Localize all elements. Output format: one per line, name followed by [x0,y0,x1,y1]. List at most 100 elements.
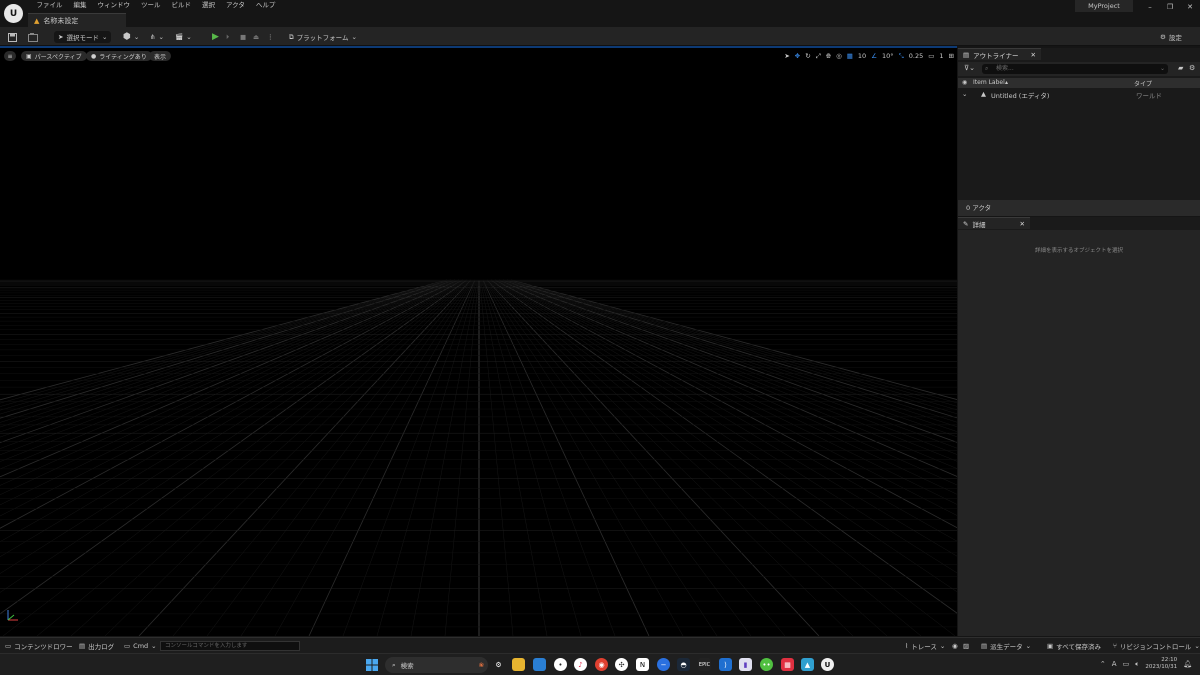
camera-speed-icon[interactable]: ▭ [928,52,934,60]
unreal-logo-icon[interactable]: U [4,4,23,23]
eject-button[interactable]: ⏏ [253,31,259,43]
slack-icon[interactable]: ✣ [615,658,628,671]
menu-file[interactable]: ファイル [31,0,68,11]
grid-line [504,279,957,432]
close-icon[interactable]: ✕ [1031,51,1036,59]
content-browser-icon[interactable] [28,31,38,43]
notification-bell-icon[interactable]: 🔔︎ [1183,660,1192,668]
visibility-eye-icon[interactable]: ◉ [962,79,967,86]
menu-select[interactable]: 選択 [197,0,221,11]
screenshot-icon[interactable]: ▨ [963,641,969,651]
close-icon[interactable]: ✕ [1019,220,1024,228]
advance-frame-button[interactable]: ⏵ [226,31,229,43]
grid-snap-value[interactable]: 10 [858,52,866,60]
chat-app-icon[interactable]: • [554,658,567,671]
epic-games-icon[interactable]: EPIC [698,658,711,671]
network-icon[interactable]: ▭ [1123,660,1130,668]
column-item-label[interactable]: Item Label [973,79,1005,86]
photos-app-icon[interactable] [533,658,546,671]
gear-icon[interactable]: ⚙ [1189,64,1195,72]
rotation-snap-value[interactable]: 10° [882,52,894,60]
scale-snap-value[interactable]: 0.25 [909,52,923,60]
settings-button[interactable]: ⚙ 設定 [1160,31,1182,43]
menu-actor[interactable]: アクタ [221,0,251,11]
menu-tools[interactable]: ツール [136,0,167,11]
content-drawer-button[interactable]: ▭ コンテンツドロワー [5,641,73,651]
menu-window[interactable]: ウィンドウ [92,0,136,11]
save-icon[interactable] [8,31,17,43]
trace-button[interactable]: ⌇ トレース ⌄ [905,641,945,651]
vscode-icon[interactable]: ⟩ [719,658,732,671]
ime-indicator[interactable]: A [1112,660,1117,668]
chevron-down-icon[interactable]: ⌄ [1160,64,1165,74]
rotate-tool-icon[interactable]: ↻ [805,52,810,60]
messenger-icon[interactable]: − [657,658,670,671]
windows-start-icon[interactable] [366,659,378,671]
music-app-icon[interactable]: ♪ [574,658,587,671]
console-command-input[interactable]: コンソールコマンドを入力します [160,641,300,651]
column-type[interactable]: タイプ [1134,79,1152,88]
menu-edit[interactable]: 編集 [68,0,92,11]
menu-build[interactable]: ビルド [166,0,197,11]
stop-button[interactable]: ■ [240,31,246,43]
grid-line [0,279,468,615]
output-log-button[interactable]: ▤ 出力ログ [79,641,114,651]
revision-control-button[interactable]: ⑂ リビジョンコントロール ⌄ [1113,641,1200,651]
outliner-row[interactable]: ⌄ ▲ Untitled (エディタ) ワールド [958,89,1200,100]
scale-tool-icon[interactable]: ⤢ [816,52,821,61]
derived-data-button[interactable]: ▤ 派生データ ⌄ [981,641,1031,651]
blueprint-button[interactable]: ⋔ ⌄ [150,31,164,43]
save-all-button[interactable]: ▣ すべて保存済み [1047,641,1101,651]
scale-snap-icon[interactable]: ⤡ [899,52,904,61]
outliner-tab[interactable]: ▤ アウトライナー ✕ [958,48,1041,60]
expand-chevron-icon[interactable]: ⌄ [962,90,967,98]
taskbar-search[interactable]: ⌕ 検索 ❀ [385,657,488,673]
level-viewport[interactable]: ≡ ▣ パースペクティブ ● ライティングあり 表示 ➤ ✥ ↻ ⤢ 🌐︎ ◎ … [0,48,957,636]
world-space-icon[interactable]: 🌐︎ [826,52,831,61]
cmd-button[interactable]: ▭ Cmd ⌄ [124,641,157,651]
image-app-icon[interactable]: ▲ [801,658,814,671]
record-icon[interactable]: ◉ [952,641,958,651]
lighting-mode-button[interactable]: ● ライティングあり [86,51,152,61]
game-app-icon[interactable]: ▦ [781,658,794,671]
settings-app-icon[interactable]: ⚙ [492,658,505,671]
platforms-button[interactable]: ⧉ プラットフォーム ⌄ [289,31,357,43]
filter-icon[interactable]: ⊽⌄ [964,64,975,72]
minimize-icon[interactable]: – [1140,0,1160,14]
file-explorer-icon[interactable] [512,658,525,671]
document-tab[interactable]: ▲ 名称未設定 [28,13,126,27]
unreal-engine-taskbar-icon[interactable]: U [821,658,834,671]
add-folder-icon[interactable]: ▰ [1178,64,1183,72]
translate-tool-icon[interactable]: ✥ [795,52,800,60]
play-options-button[interactable]: ⋮ [267,31,274,43]
show-flags-button[interactable]: 表示 [149,51,172,61]
add-actor-button[interactable]: ⬢ ⌄ [123,31,139,43]
play-button[interactable]: ▶ [212,31,219,43]
restore-icon[interactable]: ❐ [1160,0,1180,14]
close-icon[interactable]: ✕ [1180,0,1200,14]
viewport-menu-button[interactable]: ≡ [4,51,16,61]
camera-speed-value[interactable]: 1 [939,52,943,60]
cinematics-button[interactable]: 🎬︎ ⌄ [175,31,192,43]
notion-icon[interactable]: N [636,658,649,671]
details-tab[interactable]: ✎ 詳細 ✕ [958,217,1030,229]
chevron-up-icon[interactable]: ⌃ [1100,660,1106,668]
steam-icon[interactable]: ◓ [677,658,690,671]
grid-snap-icon[interactable]: ▦ [847,52,853,60]
layout-icon[interactable]: ⊞ [949,52,954,60]
menu-help[interactable]: ヘルプ [250,0,281,11]
grid-line [506,279,957,423]
rotation-snap-icon[interactable]: ∠ [871,52,877,60]
step-icon: ⏵ [226,32,230,41]
chrome-icon[interactable]: ◉ [595,658,608,671]
editor-app-icon[interactable]: ▮ [739,658,752,671]
select-tool-icon[interactable]: ➤ [784,52,789,60]
perspective-button[interactable]: ▣ パースペクティブ [21,51,87,61]
volume-icon[interactable]: 🔈︎ [1135,660,1139,669]
search-icon: ⌕ [392,660,396,669]
duolingo-icon[interactable]: •• [760,658,773,671]
selection-mode-button[interactable]: ➤ 選択モード ⌄ [54,31,112,43]
surface-snap-icon[interactable]: ◎ [836,52,842,60]
outliner-search-input[interactable]: ⌕ 検索... ⌄ [982,64,1168,74]
clock[interactable]: 22:10 2023/10/31 [1145,657,1177,671]
